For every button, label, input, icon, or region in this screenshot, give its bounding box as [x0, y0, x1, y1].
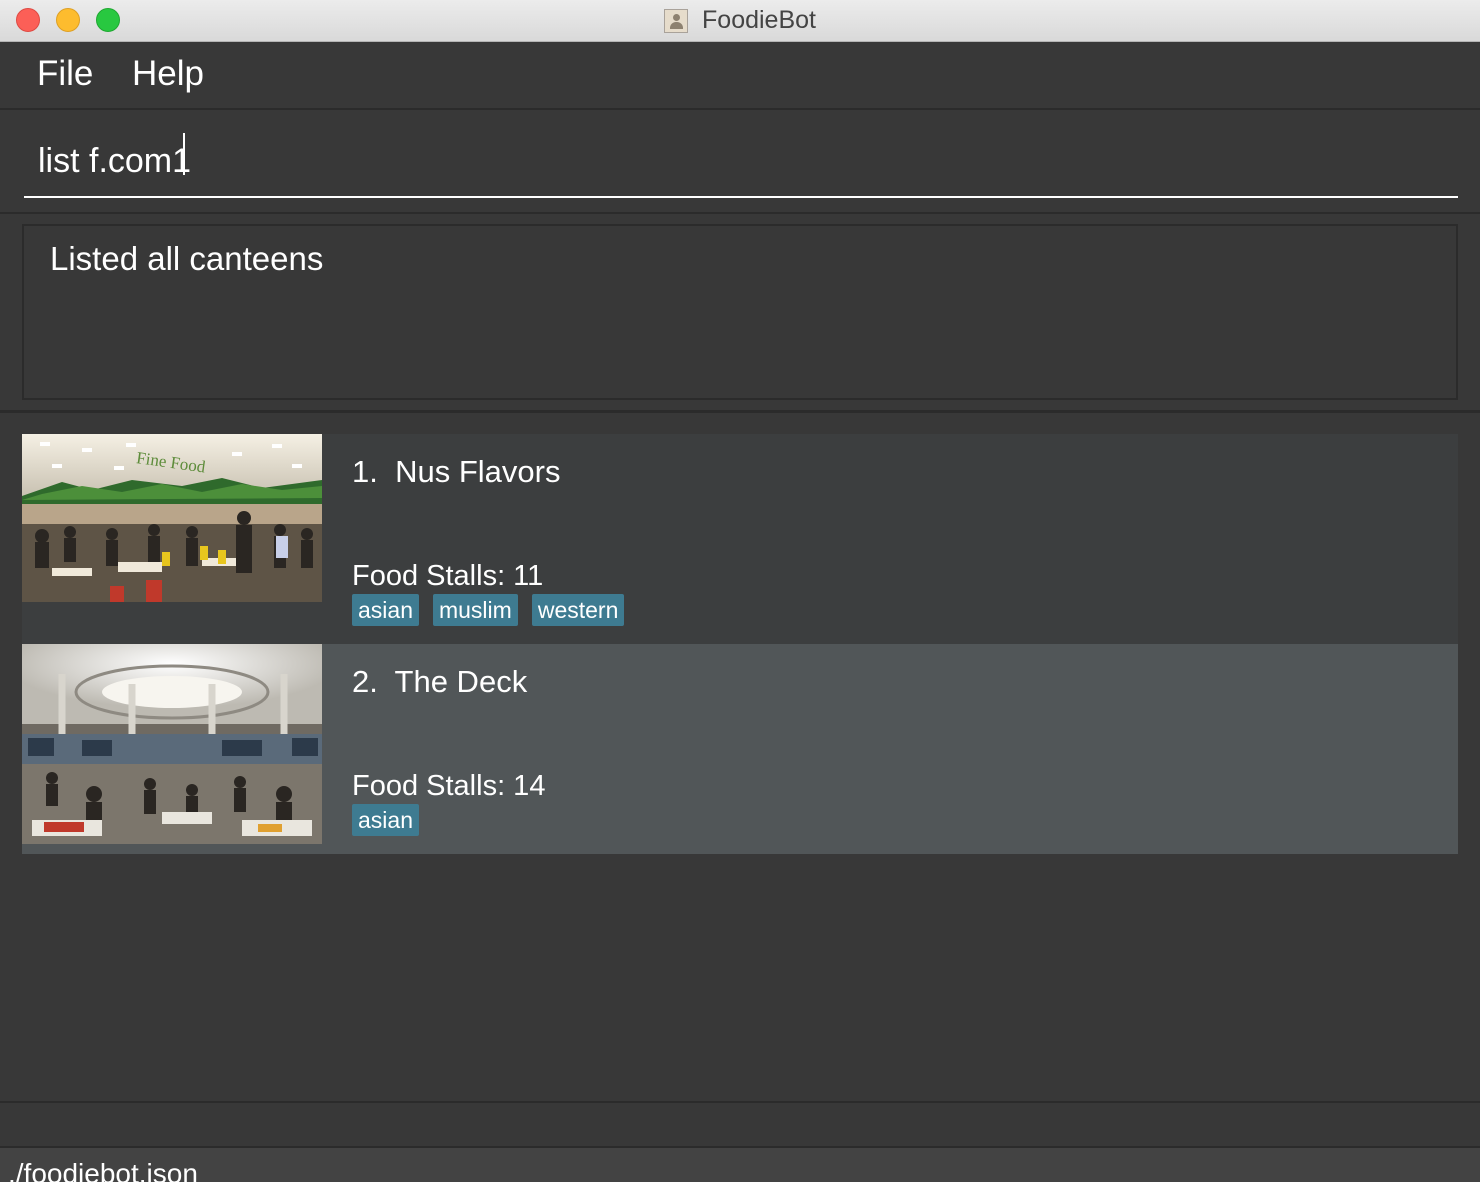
canteen-tag: asian — [352, 804, 419, 836]
foodiebot-window: FoodieBot File Help Listed all canteens — [0, 0, 1480, 1182]
window-title-group: FoodieBot — [0, 0, 1480, 41]
status-footer: ./foodiebot.json — [0, 1148, 1480, 1182]
menu-help[interactable]: Help — [132, 54, 204, 94]
save-location-path: ./foodiebot.json — [8, 1158, 198, 1182]
canteen-tag: asian — [352, 594, 419, 626]
canteen-tags: asian — [352, 804, 419, 836]
canteen-name: Nus Flavors — [395, 454, 561, 489]
canteen-index: 1. — [352, 454, 378, 489]
canteen-card[interactable]: 2. The Deck Food Stalls: 14 asian — [22, 644, 1458, 854]
canteen-tags: asian muslim western — [352, 594, 625, 626]
canteen-name: The Deck — [394, 664, 528, 699]
window-title: FoodieBot — [702, 6, 816, 34]
menu-file[interactable]: File — [37, 54, 93, 94]
canteen-food-stalls: Food Stalls: 14 — [352, 770, 546, 802]
title-bar: FoodieBot — [0, 0, 1480, 42]
canteen-list[interactable]: Fine Food 1. Nus Flavors Food Stalls: 11… — [0, 413, 1480, 1101]
canteen-photo: Fine Food — [22, 434, 322, 602]
command-box-panel — [0, 110, 1480, 214]
status-bar: ./foodiebot.json — [0, 1101, 1480, 1182]
result-display-box[interactable]: Listed all canteens — [22, 224, 1458, 400]
canteen-title: 2. The Deck — [352, 664, 527, 700]
result-display-panel: Listed all canteens — [0, 214, 1480, 413]
canteen-food-stalls: Food Stalls: 11 — [352, 560, 544, 592]
command-input[interactable] — [24, 126, 1458, 198]
canteen-tag: muslim — [432, 594, 518, 626]
canteen-tag: western — [531, 594, 625, 626]
result-message: Listed all canteens — [50, 240, 324, 277]
menu-bar: File Help — [0, 42, 1480, 110]
canteen-photo — [22, 644, 322, 844]
canteen-card[interactable]: Fine Food 1. Nus Flavors Food Stalls: 11… — [22, 434, 1458, 644]
app-icon — [664, 8, 689, 33]
text-caret — [183, 133, 185, 175]
canteen-index: 2. — [352, 664, 378, 699]
canteen-title: 1. Nus Flavors — [352, 454, 560, 490]
